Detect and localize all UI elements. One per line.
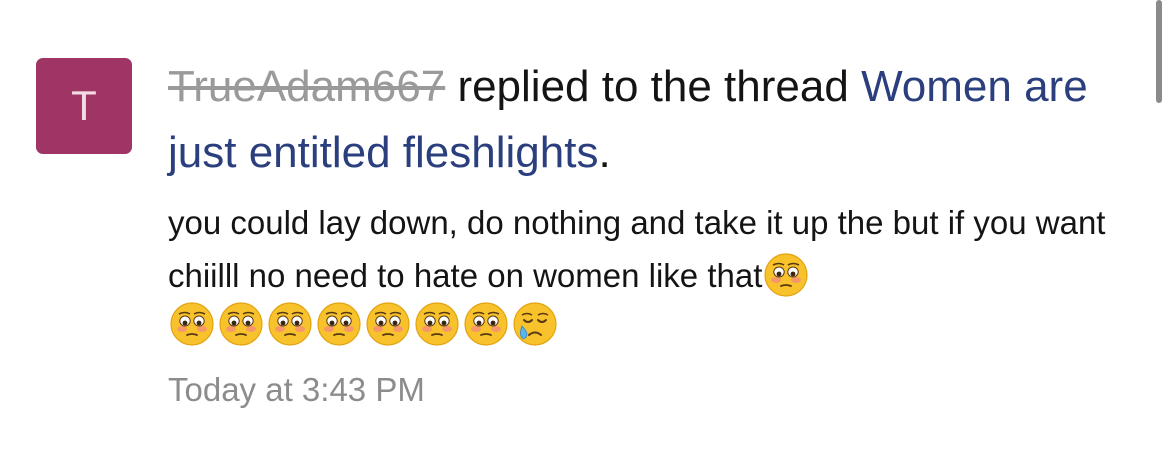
flushed-face-icon: [170, 302, 214, 346]
action-text: replied to the thread: [457, 62, 849, 111]
emoji-row: [170, 302, 557, 346]
flushed-face-icon: [366, 302, 410, 346]
flushed-face-icon: [219, 302, 263, 346]
notification-headline: TrueAdam667 replied to the thread Women …: [168, 54, 1128, 186]
thread-reply-notification[interactable]: T TrueAdam667 replied to the thread Wome…: [0, 0, 1170, 457]
message-text: you could lay down, do nothing and take …: [168, 204, 1106, 294]
flushed-face-icon: [764, 253, 808, 297]
flushed-face-icon: [415, 302, 459, 346]
trailing-punct: .: [598, 128, 611, 177]
timestamp: Today at 3:43 PM: [168, 371, 425, 408]
user-avatar[interactable]: T: [36, 58, 132, 154]
flushed-face-icon: [464, 302, 508, 346]
scrollbar[interactable]: [1156, 0, 1162, 103]
message-snippet: you could lay down, do nothing and take …: [168, 196, 1118, 302]
flushed-face-icon: [317, 302, 361, 346]
flushed-face-icon: [268, 302, 312, 346]
username-link[interactable]: TrueAdam667: [168, 62, 445, 111]
avatar-letter: T: [71, 82, 97, 129]
crying-face-icon: [513, 302, 557, 346]
